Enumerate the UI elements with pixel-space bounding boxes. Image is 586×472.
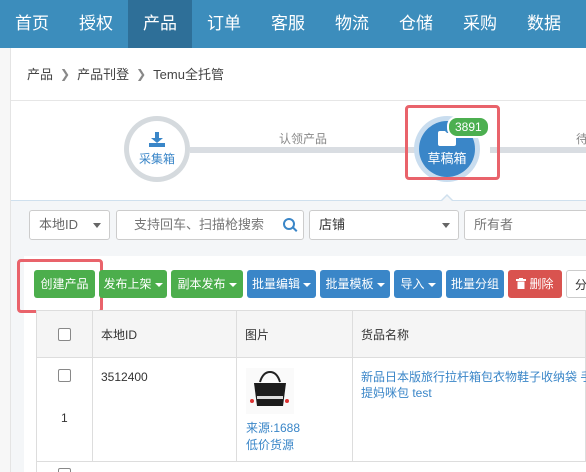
copy-publish-label: 副本发布 — [177, 277, 226, 291]
table-header-image: 图片 — [237, 310, 353, 358]
batch-template-label: 批量模板 — [325, 277, 374, 291]
batch-edit-label: 批量编辑 — [251, 277, 300, 291]
row-image-cell: 来源:1688 低价货源 — [237, 358, 353, 462]
highlight-box — [17, 259, 103, 313]
import-label: 导入 — [400, 277, 425, 291]
download-icon — [149, 131, 165, 147]
caret-down-icon — [442, 223, 450, 228]
table-header-name: 货品名称 — [353, 310, 586, 358]
row-checkbox[interactable] — [58, 468, 71, 472]
row-local-id: 3512400 — [101, 370, 148, 384]
caret-down-icon — [93, 223, 101, 228]
row-source-link[interactable]: 来源:1688 — [246, 419, 300, 436]
nav-item-logistics[interactable]: 物流 — [320, 0, 384, 48]
nav-item-auth[interactable]: 授权 — [64, 0, 128, 48]
highlight-box — [405, 105, 500, 180]
nav-item-orders[interactable]: 订单 — [192, 0, 256, 48]
step-connector — [490, 147, 586, 153]
connector-next-label: 待 — [576, 132, 586, 146]
shop-select-value: 店铺 — [319, 217, 346, 232]
publish-button[interactable]: 发布上架 — [99, 270, 167, 298]
chevron-right-icon: ❯ — [136, 66, 147, 81]
row-checkbox[interactable] — [58, 369, 71, 382]
table-header-select — [36, 310, 93, 358]
caret-down-icon — [228, 282, 237, 287]
more-label: 分 — [574, 278, 586, 292]
caret-down-icon — [154, 282, 163, 287]
shop-select[interactable]: 店铺 — [309, 210, 459, 240]
caret-down-icon — [303, 282, 311, 287]
row-source-note[interactable]: 低价货源 — [246, 436, 294, 453]
batch-group-button[interactable]: 批量分组 — [446, 270, 504, 298]
delete-button[interactable]: 删除 — [508, 270, 562, 298]
batch-edit-button[interactable]: 批量编辑 — [247, 270, 316, 298]
row-index: 1 — [61, 411, 68, 425]
product-thumbnail[interactable] — [246, 368, 294, 414]
nav-item-products[interactable]: 产品 — [128, 0, 192, 48]
caret-down-icon — [427, 282, 436, 287]
row-local-id-cell: 3512400 — [93, 358, 237, 462]
nav-item-warehouse[interactable]: 仓储 — [384, 0, 448, 48]
breadcrumb-item-listing[interactable]: 产品刊登 — [77, 64, 129, 83]
table-row-next — [36, 462, 586, 472]
local-id-select[interactable]: 本地ID — [29, 210, 110, 240]
step-collect-label: 采集箱 — [138, 151, 175, 166]
table-row: 1 — [36, 358, 93, 462]
select-all-checkbox[interactable] — [58, 328, 71, 341]
breadcrumb-item-temu: Temu全托管 — [153, 67, 224, 82]
left-edge — [0, 48, 11, 472]
nav-item-purchase[interactable]: 采购 — [448, 0, 512, 48]
local-id-select-value: 本地ID — [39, 217, 79, 232]
batch-template-button[interactable]: 批量模板 — [320, 270, 390, 298]
chevron-right-icon: ❯ — [60, 66, 71, 81]
connector-claim-label: 认领产品 — [279, 132, 328, 146]
import-button[interactable]: 导入 — [394, 270, 442, 298]
search-icon[interactable] — [283, 218, 295, 230]
owner-select[interactable]: 所有者 — [464, 210, 586, 240]
step-collect-box[interactable]: 采集箱 — [124, 116, 190, 182]
owner-select-value: 所有者 — [474, 217, 514, 232]
batch-group-label: 批量分组 — [450, 277, 499, 291]
breadcrumb-item-products[interactable]: 产品 — [27, 64, 53, 83]
copy-publish-button[interactable]: 副本发布 — [171, 270, 243, 298]
trash-icon — [516, 278, 527, 289]
step-connector — [190, 147, 420, 153]
top-nav: 首页 授权 产品 订单 客服 物流 仓储 采购 数据 — [0, 0, 586, 48]
caret-down-icon — [376, 282, 385, 287]
row-product-name[interactable]: 新品日本版旅行拉杆箱包衣物鞋子收纳袋 手提妈咪包 test — [361, 369, 586, 401]
table-header-local-id[interactable]: 本地ID — [93, 310, 237, 358]
delete-label: 删除 — [529, 277, 554, 291]
active-step-pointer-fill — [441, 196, 453, 202]
nav-item-data[interactable]: 数据 — [512, 0, 576, 48]
publish-label: 发布上架 — [103, 277, 152, 291]
search-placeholder: 支持回车、扫描枪搜索 — [134, 217, 265, 232]
nav-item-home[interactable]: 首页 — [0, 0, 64, 48]
nav-item-service[interactable]: 客服 — [256, 0, 320, 48]
row-name-cell: 新品日本版旅行拉杆箱包衣物鞋子收纳袋 手提妈咪包 test — [353, 358, 586, 462]
search-input[interactable]: 支持回车、扫描枪搜索 — [116, 210, 304, 240]
more-button[interactable]: 分 — [566, 270, 586, 298]
breadcrumb: 产品 ❯ 产品刊登 ❯ Temu全托管 — [27, 64, 224, 83]
